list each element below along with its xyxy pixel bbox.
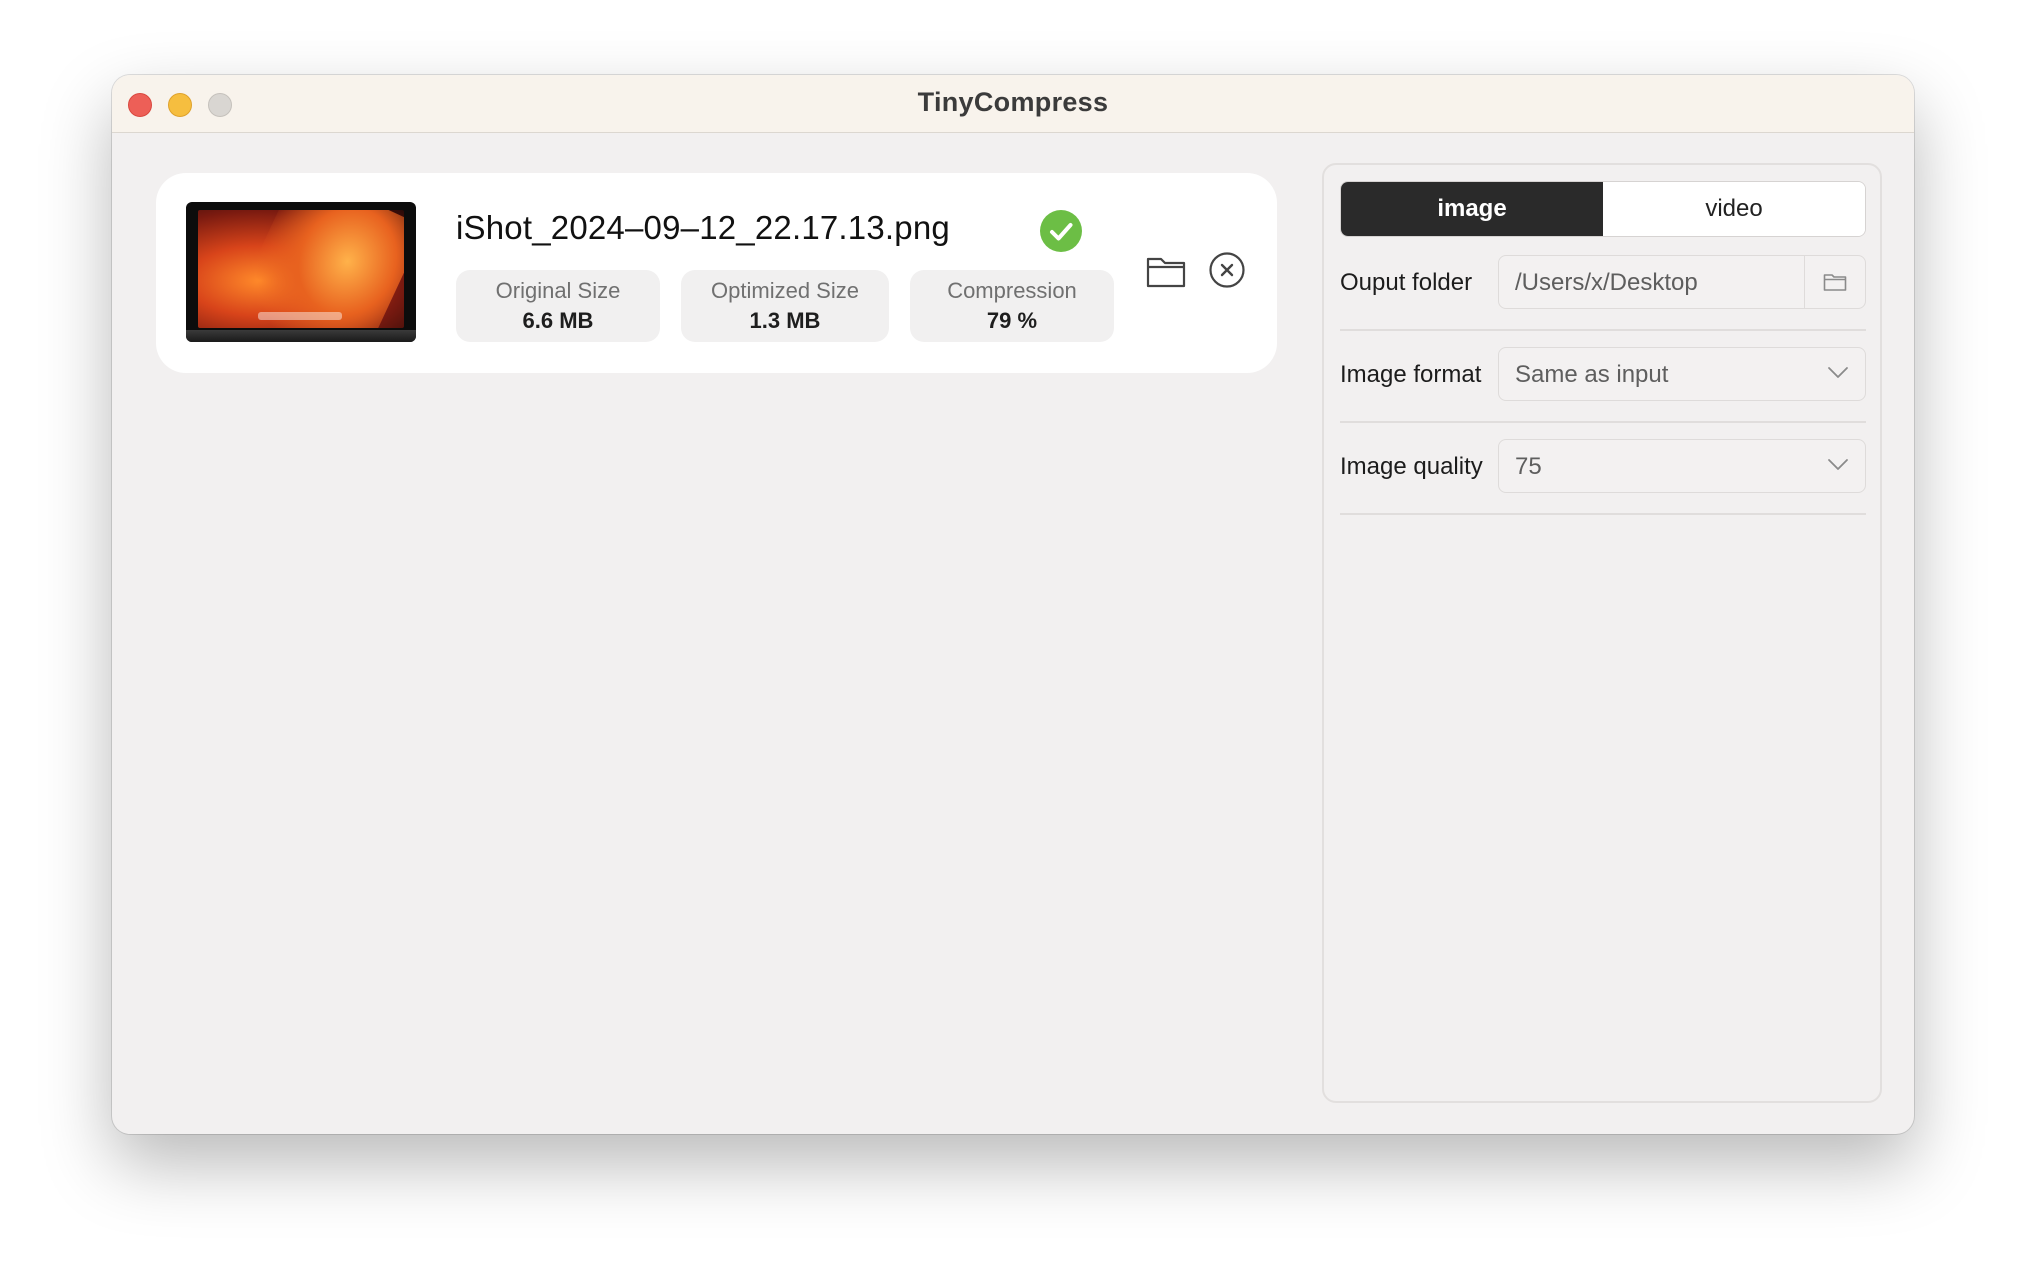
divider — [1340, 421, 1866, 423]
divider — [1340, 513, 1866, 515]
image-quality-label: Image quality — [1340, 453, 1483, 480]
image-quality-select[interactable]: 75 — [1498, 439, 1866, 493]
settings-panel: image video Ouput folder /Users/x/Deskto… — [1322, 163, 1882, 1103]
app-window: TinyCompress iShot_2024–09–12_22.17.13.p… — [112, 75, 1914, 1134]
image-format-select[interactable]: Same as input — [1498, 347, 1866, 401]
folder-icon[interactable] — [1146, 253, 1186, 289]
chevron-down-icon — [1827, 366, 1849, 385]
close-circle-icon[interactable] — [1208, 251, 1246, 289]
stat-value: 6.6 MB — [522, 308, 594, 333]
stat-label: Compression — [947, 278, 1077, 303]
output-folder-label: Ouput folder — [1340, 269, 1473, 296]
tab-image[interactable]: image — [1341, 182, 1603, 236]
file-name: iShot_2024–09–12_22.17.13.png — [456, 209, 950, 246]
tab-video[interactable]: video — [1603, 182, 1865, 236]
stat-label: Optimized Size — [711, 278, 859, 303]
folder-icon[interactable] — [1823, 272, 1847, 297]
image-format-label: Image format — [1340, 361, 1482, 388]
file-thumbnail — [186, 202, 416, 342]
chevron-down-icon — [1827, 458, 1849, 477]
title-bar: TinyCompress — [112, 75, 1914, 133]
file-card: iShot_2024–09–12_22.17.13.png Original S… — [156, 173, 1277, 373]
compression-stat: Compression 79 % — [910, 270, 1114, 342]
stat-value: 1.3 MB — [749, 308, 821, 333]
image-quality-value: 75 — [1515, 453, 1542, 480]
stat-label: Original Size — [495, 278, 621, 303]
divider — [1340, 329, 1866, 331]
image-format-value: Same as input — [1515, 361, 1669, 388]
stat-value: 79 % — [986, 308, 1038, 333]
media-type-tabs: image video — [1340, 181, 1866, 237]
check-circle-icon — [1040, 210, 1082, 252]
output-folder-value: /Users/x/Desktop — [1515, 269, 1698, 296]
window-title: TinyCompress — [917, 87, 1109, 117]
output-folder-field[interactable]: /Users/x/Desktop — [1498, 255, 1866, 309]
original-size-stat: Original Size 6.6 MB — [456, 270, 660, 342]
optimized-size-stat: Optimized Size 1.3 MB — [681, 270, 889, 342]
